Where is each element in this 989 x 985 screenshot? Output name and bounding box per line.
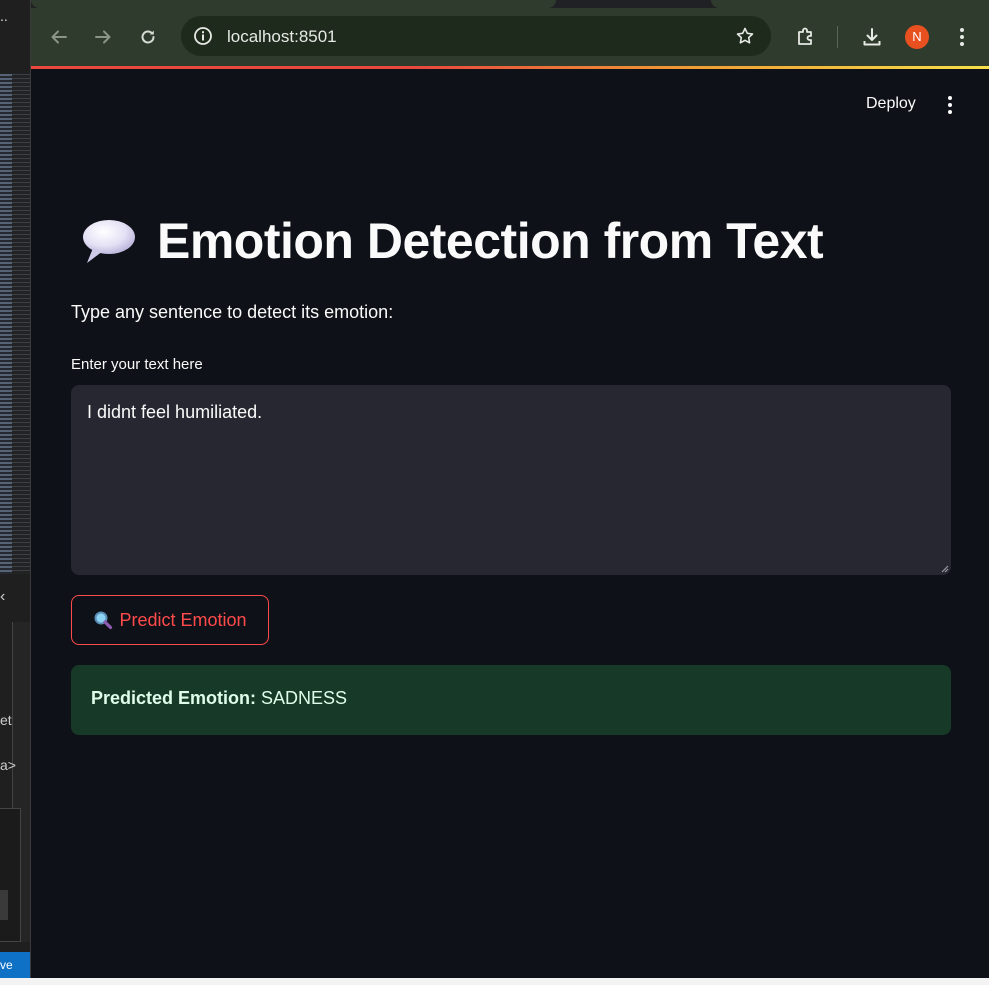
background-dialog xyxy=(0,808,21,942)
page-title: Emotion Detection from Text xyxy=(157,213,824,269)
background-code-minimap xyxy=(0,74,12,574)
resize-handle-icon[interactable] xyxy=(939,563,949,573)
address-bar[interactable]: localhost:8501 xyxy=(181,16,771,56)
chevron-left-icon[interactable]: ‹ xyxy=(0,588,5,606)
browser-toolbar: localhost:8501 N xyxy=(31,8,989,66)
bookmark-star-icon[interactable] xyxy=(733,24,757,48)
tab-strip xyxy=(31,0,989,8)
app-menu-icon[interactable] xyxy=(939,93,961,117)
url-text[interactable]: localhost:8501 xyxy=(227,27,337,47)
forward-icon[interactable] xyxy=(91,25,115,49)
text-input-value[interactable]: I didnt feel humiliated. xyxy=(87,402,262,422)
back-icon[interactable] xyxy=(47,25,71,49)
background-code-lines xyxy=(12,74,30,574)
site-info-icon[interactable] xyxy=(191,24,215,48)
result-value: SADNESS xyxy=(261,688,348,708)
toolbar-separator xyxy=(837,26,838,48)
background-status-bar: ve xyxy=(0,952,30,978)
deploy-button[interactable]: Deploy xyxy=(866,95,916,113)
app-accent-bar xyxy=(31,66,989,69)
reload-icon[interactable] xyxy=(136,25,160,49)
predict-button-label: Predict Emotion xyxy=(119,609,247,630)
speech-balloon-icon xyxy=(83,220,135,263)
background-window: .. ‹ et a> ve xyxy=(0,0,30,978)
prediction-result-alert: Predicted Emotion: SADNESS xyxy=(71,665,951,735)
background-text-fragment: a> xyxy=(0,757,16,773)
browser-menu-icon[interactable] xyxy=(949,24,975,50)
browser-window: localhost:8501 N Deploy Emotion Detectio… xyxy=(30,0,989,978)
result-label: Predicted Emotion: xyxy=(91,688,257,708)
taskbar-edge xyxy=(0,978,989,985)
predict-emotion-button[interactable]: Predict Emotion xyxy=(71,595,269,645)
tab-active[interactable] xyxy=(31,0,556,8)
text-input-area[interactable]: I didnt feel humiliated. xyxy=(71,385,951,575)
profile-avatar[interactable]: N xyxy=(905,25,929,49)
background-text-fragment: et xyxy=(0,712,12,728)
page-subtitle: Type any sentence to detect its emotion: xyxy=(71,302,394,322)
magnifying-glass-icon xyxy=(94,611,113,630)
background-button[interactable] xyxy=(0,890,8,920)
text-input-label: Enter your text here xyxy=(71,356,203,373)
page-title-row: Emotion Detection from Text xyxy=(81,212,824,270)
tab[interactable] xyxy=(711,0,989,8)
download-icon[interactable] xyxy=(859,24,885,50)
background-window-title: .. xyxy=(0,8,8,24)
extensions-puzzle-icon[interactable] xyxy=(793,24,819,50)
